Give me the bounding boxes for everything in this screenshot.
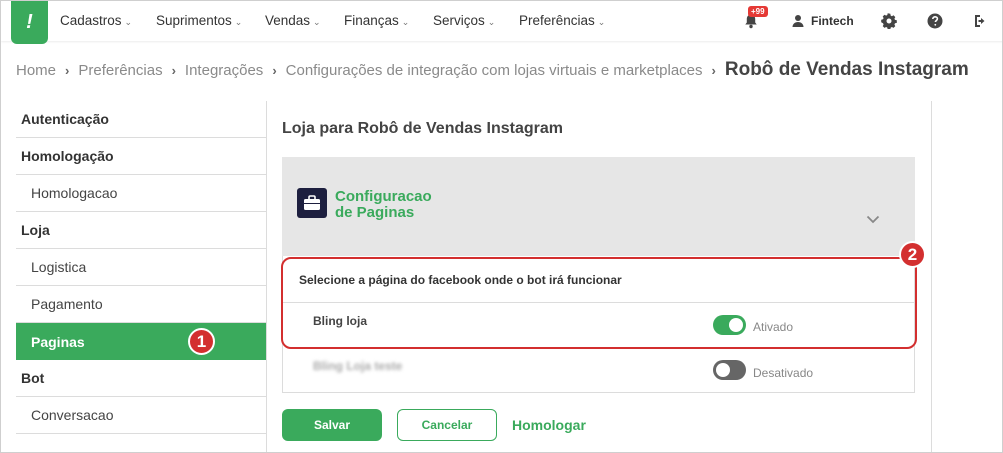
page-toggle-off[interactable] xyxy=(713,360,746,380)
nav-cadastros[interactable]: Cadastros ⌄ xyxy=(60,13,132,28)
homologar-button[interactable]: Homologar xyxy=(512,417,586,433)
nav-label: Preferências xyxy=(519,13,595,28)
breadcrumb: Home › Preferências › Integrações › Conf… xyxy=(16,59,969,81)
toggle-knob xyxy=(716,363,730,377)
top-navbar: ! Cadastros ⌄ Suprimentos ⌄ Vendas ⌄ Finanç… xyxy=(1,1,1002,44)
step-marker-1: 1 xyxy=(188,328,215,355)
page-name: Bling Loja teste xyxy=(313,359,403,373)
nav-label: Vendas xyxy=(265,13,311,28)
logout-icon[interactable] xyxy=(971,11,991,31)
nav-servicos[interactable]: Serviços ⌄ xyxy=(433,13,495,28)
chevron-right-icon: › xyxy=(65,62,70,78)
chevron-down-icon: ⌄ xyxy=(124,17,133,27)
save-button[interactable]: Salvar xyxy=(282,409,382,441)
sidebar-item-autenticacao[interactable]: Autenticação xyxy=(16,101,266,138)
nav-label: Suprimentos xyxy=(156,13,232,28)
nav-vendas[interactable]: Vendas ⌄ xyxy=(265,13,321,28)
logo-glyph: ! xyxy=(26,11,33,33)
nav-label: Finanças xyxy=(344,13,399,28)
app-window: ! Cadastros ⌄ Suprimentos ⌄ Vendas ⌄ Finanç… xyxy=(0,0,1003,453)
sidebar-item-paginas[interactable]: Paginas 1 xyxy=(16,323,266,360)
section-title: Loja para Robô de Vendas Instagram xyxy=(282,120,563,137)
panel-title: Configuracao de Paginas xyxy=(335,188,432,221)
sidebar-item-homologacao-header[interactable]: Homologação xyxy=(16,138,266,175)
user-name[interactable]: Fintech xyxy=(811,14,854,28)
cancel-button[interactable]: Cancelar xyxy=(397,409,497,441)
chevron-right-icon: › xyxy=(711,62,716,78)
sidebar-item-conversacao[interactable]: Conversacao xyxy=(16,397,266,434)
sidebar-item-pagamento[interactable]: Pagamento xyxy=(16,286,266,323)
briefcase-icon xyxy=(297,188,327,218)
user-icon[interactable] xyxy=(788,11,808,31)
highlight-box xyxy=(281,257,917,349)
nav-label: Serviços xyxy=(433,13,485,28)
chevron-down-icon: ⌄ xyxy=(313,17,321,27)
sidebar-item-loja[interactable]: Loja xyxy=(16,212,266,249)
gear-icon[interactable] xyxy=(879,11,899,31)
nav-suprimentos[interactable]: Suprimentos ⌄ xyxy=(156,13,242,28)
breadcrumb-configuracoes[interactable]: Configurações de integração com lojas vi… xyxy=(286,62,703,79)
chevron-down-icon: ⌄ xyxy=(234,17,243,27)
sidebar-item-logistica[interactable]: Logistica xyxy=(16,249,266,286)
page-title: Robô de Vendas Instagram xyxy=(724,59,969,80)
breadcrumb-preferencias[interactable]: Preferências xyxy=(78,62,162,79)
sidebar: Autenticação Homologação Homologacao Loj… xyxy=(16,101,266,434)
sidebar-item-homologacao[interactable]: Homologacao xyxy=(16,175,266,212)
step-marker-2: 2 xyxy=(899,241,926,268)
chevron-right-icon: › xyxy=(272,62,277,78)
chevron-down-icon: ⌄ xyxy=(597,17,606,27)
nav-label: Cadastros xyxy=(60,13,122,28)
nav-financas[interactable]: Finanças ⌄ xyxy=(344,13,409,28)
nav-preferencias[interactable]: Preferências ⌄ xyxy=(519,13,605,28)
breadcrumb-integracoes[interactable]: Integrações xyxy=(185,62,263,79)
toggle-status: Desativado xyxy=(753,366,814,380)
breadcrumb-home[interactable]: Home xyxy=(16,62,56,79)
chevron-down-icon: ⌄ xyxy=(401,17,410,27)
sidebar-item-bot[interactable]: Bot xyxy=(16,360,266,397)
sidebar-item-label: Paginas xyxy=(31,333,85,350)
notification-badge: +99 xyxy=(748,6,768,17)
config-panel-header[interactable]: Configuracao de Paginas xyxy=(282,157,915,256)
help-icon[interactable] xyxy=(925,11,945,31)
divider xyxy=(266,101,267,452)
chevron-down-icon: ⌄ xyxy=(487,17,496,27)
chevron-down-icon[interactable] xyxy=(866,211,880,229)
chevron-right-icon: › xyxy=(171,62,176,78)
divider xyxy=(931,101,932,452)
app-logo[interactable]: ! xyxy=(11,1,48,44)
